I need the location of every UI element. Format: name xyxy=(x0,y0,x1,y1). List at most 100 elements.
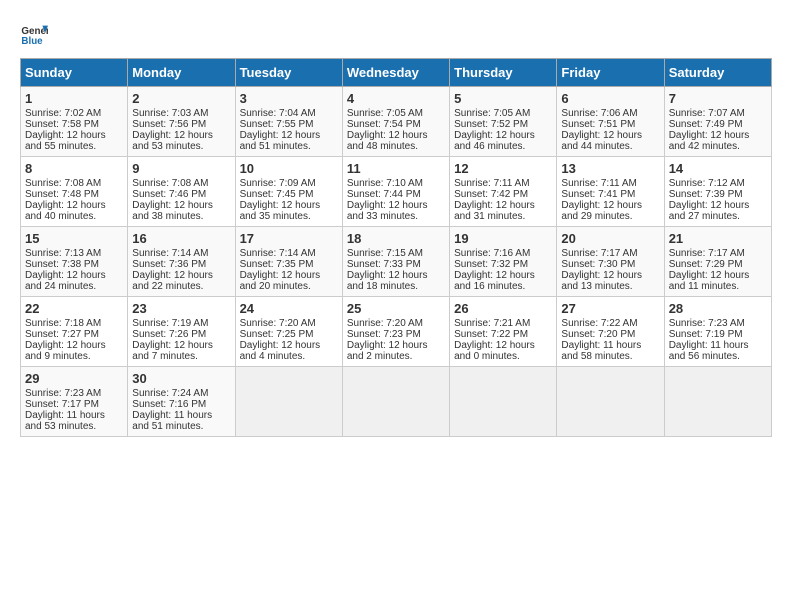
week-row-5: 29Sunrise: 7:23 AMSunset: 7:17 PMDayligh… xyxy=(21,367,772,437)
day-info-line: Sunset: 7:51 PM xyxy=(561,119,659,130)
day-number: 28 xyxy=(669,301,767,316)
page-header: General Blue xyxy=(20,20,772,48)
day-number: 9 xyxy=(132,161,230,176)
day-info-line: and 18 minutes. xyxy=(347,281,445,292)
calendar-cell xyxy=(342,367,449,437)
day-info-line: Daylight: 12 hours xyxy=(669,130,767,141)
day-info-line: Sunset: 7:38 PM xyxy=(25,259,123,270)
day-info-line: Sunset: 7:36 PM xyxy=(132,259,230,270)
day-info-line: Daylight: 12 hours xyxy=(454,130,552,141)
day-info-line: Daylight: 12 hours xyxy=(347,200,445,211)
logo: General Blue xyxy=(20,20,52,48)
calendar-cell: 30Sunrise: 7:24 AMSunset: 7:16 PMDayligh… xyxy=(128,367,235,437)
day-info-line: Sunset: 7:56 PM xyxy=(132,119,230,130)
day-info-line: Daylight: 12 hours xyxy=(669,270,767,281)
day-info-line: Sunrise: 7:15 AM xyxy=(347,248,445,259)
day-number: 6 xyxy=(561,91,659,106)
day-info-line: and 22 minutes. xyxy=(132,281,230,292)
day-info-line: Sunrise: 7:19 AM xyxy=(132,318,230,329)
day-info-line: Daylight: 12 hours xyxy=(132,130,230,141)
day-info-line: and 44 minutes. xyxy=(561,141,659,152)
day-info-line: Sunrise: 7:11 AM xyxy=(561,178,659,189)
calendar-cell: 22Sunrise: 7:18 AMSunset: 7:27 PMDayligh… xyxy=(21,297,128,367)
day-info-line: Daylight: 12 hours xyxy=(454,200,552,211)
day-info-line: Sunrise: 7:09 AM xyxy=(240,178,338,189)
day-info-line: Sunrise: 7:22 AM xyxy=(561,318,659,329)
day-info-line: and 2 minutes. xyxy=(347,351,445,362)
day-number: 29 xyxy=(25,371,123,386)
calendar-cell: 15Sunrise: 7:13 AMSunset: 7:38 PMDayligh… xyxy=(21,227,128,297)
calendar-cell: 28Sunrise: 7:23 AMSunset: 7:19 PMDayligh… xyxy=(664,297,771,367)
day-info-line: Sunset: 7:42 PM xyxy=(454,189,552,200)
day-info-line: Sunset: 7:46 PM xyxy=(132,189,230,200)
calendar-cell: 8Sunrise: 7:08 AMSunset: 7:48 PMDaylight… xyxy=(21,157,128,227)
calendar-cell: 17Sunrise: 7:14 AMSunset: 7:35 PMDayligh… xyxy=(235,227,342,297)
day-info-line: Sunset: 7:52 PM xyxy=(454,119,552,130)
day-info-line: and 51 minutes. xyxy=(240,141,338,152)
day-info-line: and 55 minutes. xyxy=(25,141,123,152)
day-info-line: and 35 minutes. xyxy=(240,211,338,222)
calendar-cell: 19Sunrise: 7:16 AMSunset: 7:32 PMDayligh… xyxy=(450,227,557,297)
calendar-cell: 18Sunrise: 7:15 AMSunset: 7:33 PMDayligh… xyxy=(342,227,449,297)
day-info-line: and 4 minutes. xyxy=(240,351,338,362)
day-info-line: and 7 minutes. xyxy=(132,351,230,362)
day-info-line: Daylight: 12 hours xyxy=(240,340,338,351)
day-info-line: Sunset: 7:27 PM xyxy=(25,329,123,340)
day-info-line: Sunrise: 7:20 AM xyxy=(347,318,445,329)
day-info-line: Sunrise: 7:11 AM xyxy=(454,178,552,189)
header-cell-sunday: Sunday xyxy=(21,59,128,87)
day-info-line: Sunset: 7:55 PM xyxy=(240,119,338,130)
day-info-line: Sunset: 7:26 PM xyxy=(132,329,230,340)
calendar-cell: 6Sunrise: 7:06 AMSunset: 7:51 PMDaylight… xyxy=(557,87,664,157)
day-number: 20 xyxy=(561,231,659,246)
day-number: 12 xyxy=(454,161,552,176)
calendar-cell: 13Sunrise: 7:11 AMSunset: 7:41 PMDayligh… xyxy=(557,157,664,227)
calendar-cell: 4Sunrise: 7:05 AMSunset: 7:54 PMDaylight… xyxy=(342,87,449,157)
day-info-line: Sunrise: 7:21 AM xyxy=(454,318,552,329)
header-cell-thursday: Thursday xyxy=(450,59,557,87)
day-number: 13 xyxy=(561,161,659,176)
calendar-cell xyxy=(450,367,557,437)
header-cell-wednesday: Wednesday xyxy=(342,59,449,87)
day-info-line: Daylight: 12 hours xyxy=(347,340,445,351)
calendar-cell: 25Sunrise: 7:20 AMSunset: 7:23 PMDayligh… xyxy=(342,297,449,367)
day-info-line: Daylight: 11 hours xyxy=(561,340,659,351)
day-info-line: Sunrise: 7:24 AM xyxy=(132,388,230,399)
day-info-line: and 16 minutes. xyxy=(454,281,552,292)
day-number: 5 xyxy=(454,91,552,106)
day-info-line: Sunrise: 7:08 AM xyxy=(25,178,123,189)
day-info-line: and 9 minutes. xyxy=(25,351,123,362)
day-number: 23 xyxy=(132,301,230,316)
day-info-line: and 31 minutes. xyxy=(454,211,552,222)
calendar-cell: 7Sunrise: 7:07 AMSunset: 7:49 PMDaylight… xyxy=(664,87,771,157)
calendar-cell xyxy=(235,367,342,437)
calendar-cell: 10Sunrise: 7:09 AMSunset: 7:45 PMDayligh… xyxy=(235,157,342,227)
day-info-line: Sunrise: 7:14 AM xyxy=(132,248,230,259)
day-info-line: Daylight: 12 hours xyxy=(132,200,230,211)
logo-icon: General Blue xyxy=(20,20,48,48)
day-info-line: Sunrise: 7:23 AM xyxy=(669,318,767,329)
header-cell-saturday: Saturday xyxy=(664,59,771,87)
day-info-line: and 13 minutes. xyxy=(561,281,659,292)
calendar-cell: 24Sunrise: 7:20 AMSunset: 7:25 PMDayligh… xyxy=(235,297,342,367)
day-info-line: Sunset: 7:49 PM xyxy=(669,119,767,130)
calendar-cell: 11Sunrise: 7:10 AMSunset: 7:44 PMDayligh… xyxy=(342,157,449,227)
day-number: 14 xyxy=(669,161,767,176)
day-info-line: and 24 minutes. xyxy=(25,281,123,292)
week-row-3: 15Sunrise: 7:13 AMSunset: 7:38 PMDayligh… xyxy=(21,227,772,297)
day-info-line: Sunset: 7:32 PM xyxy=(454,259,552,270)
week-row-2: 8Sunrise: 7:08 AMSunset: 7:48 PMDaylight… xyxy=(21,157,772,227)
day-info-line: Sunset: 7:16 PM xyxy=(132,399,230,410)
day-info-line: Sunrise: 7:03 AM xyxy=(132,108,230,119)
calendar-cell: 20Sunrise: 7:17 AMSunset: 7:30 PMDayligh… xyxy=(557,227,664,297)
day-info-line: Sunset: 7:20 PM xyxy=(561,329,659,340)
day-info-line: Sunset: 7:23 PM xyxy=(347,329,445,340)
day-info-line: Daylight: 12 hours xyxy=(25,340,123,351)
day-info-line: and 51 minutes. xyxy=(132,421,230,432)
day-info-line: Sunrise: 7:13 AM xyxy=(25,248,123,259)
day-info-line: Daylight: 12 hours xyxy=(347,270,445,281)
week-row-4: 22Sunrise: 7:18 AMSunset: 7:27 PMDayligh… xyxy=(21,297,772,367)
day-info-line: Daylight: 12 hours xyxy=(454,340,552,351)
day-info-line: Daylight: 12 hours xyxy=(669,200,767,211)
calendar-cell: 14Sunrise: 7:12 AMSunset: 7:39 PMDayligh… xyxy=(664,157,771,227)
